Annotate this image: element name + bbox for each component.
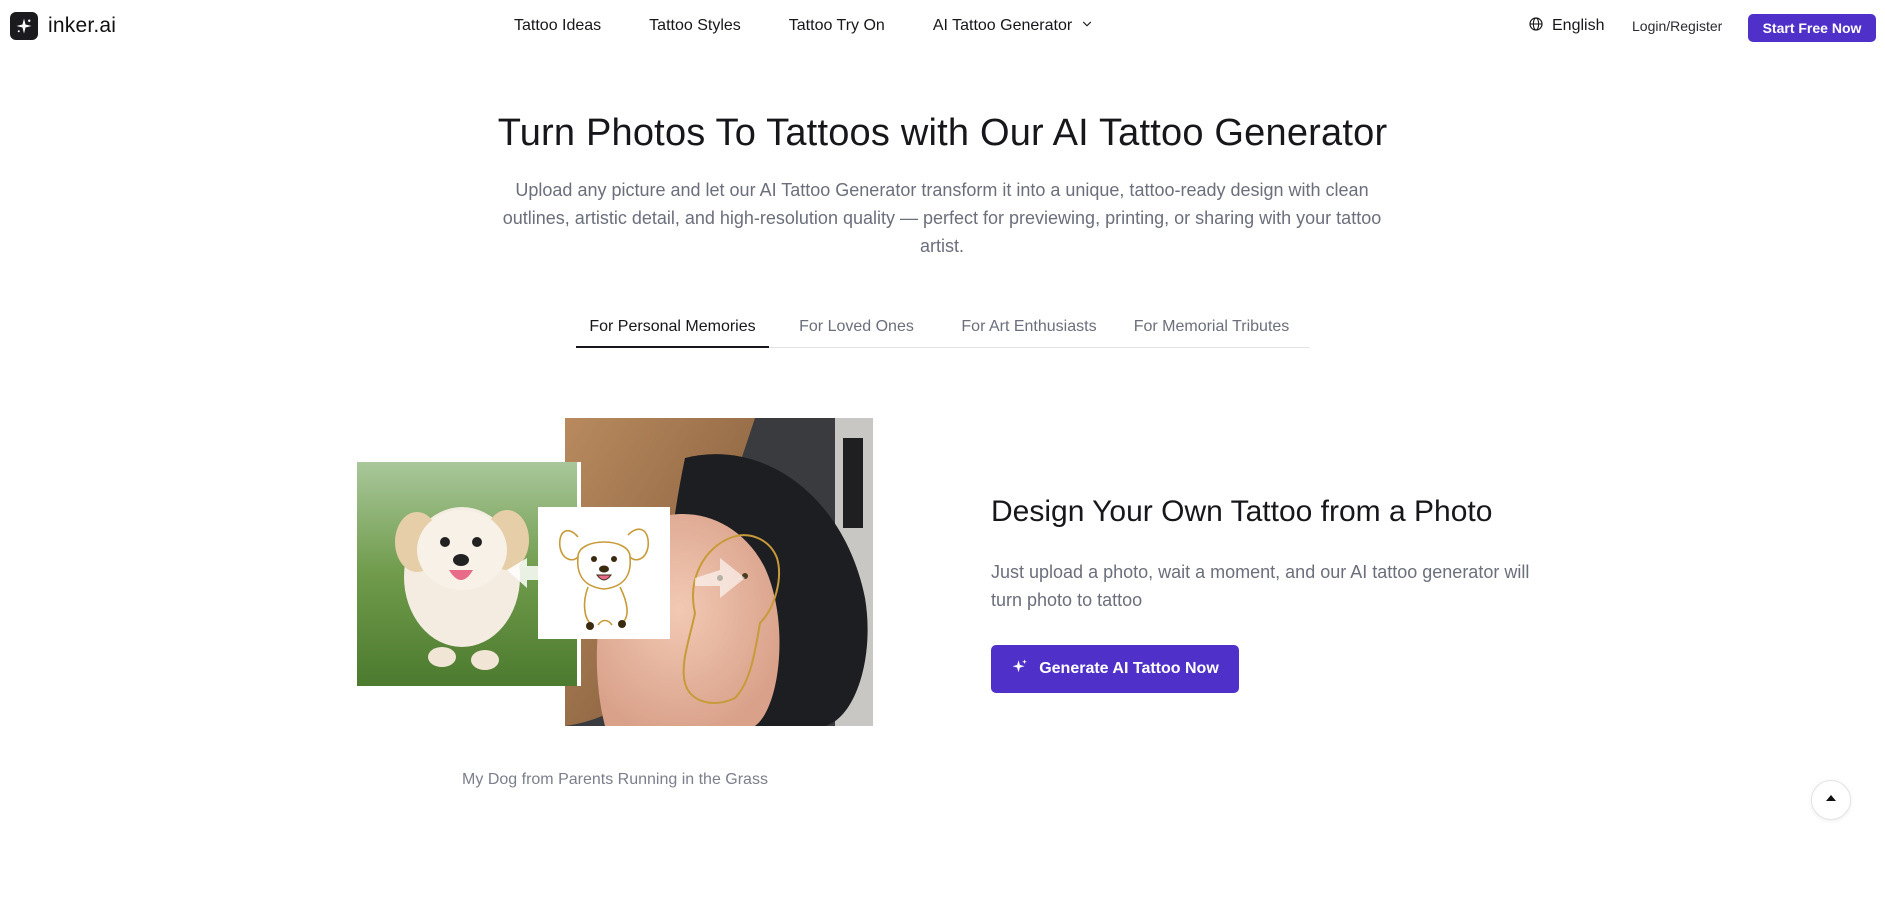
use-case-tabs: For Personal Memories For Loved Ones For… [576,318,1309,348]
sparkle-logo-icon [10,12,38,40]
site-header: inker.ai Tattoo Ideas Tattoo Styles Tatt… [0,0,1885,52]
feature-title: Design Your Own Tattoo from a Photo [991,495,1493,528]
sparkle-icon [1011,658,1029,681]
nav-tattoo-styles[interactable]: Tattoo Styles [649,17,741,35]
language-label: English [1552,17,1605,34]
language-selector[interactable]: English [1528,0,1604,52]
tab-label: For Memorial Tributes [1133,318,1290,335]
page-subtitle: Upload any picture and let our AI Tattoo… [502,180,1382,256]
page-title: Turn Photos To Tattoos with Our AI Tatto… [497,112,1388,154]
scroll-to-top-button[interactable] [1811,780,1851,820]
generate-ai-tattoo-button[interactable]: Generate AI Tattoo Now [991,645,1239,693]
tab-label: For Loved Ones [799,318,914,335]
tab-label: For Art Enthusiasts [961,318,1097,335]
nav-ai-tattoo-generator[interactable]: AI Tattoo Generator [933,17,1094,36]
arrow-up-icon [1825,791,1837,809]
login-register-link[interactable]: Login/Register [1632,0,1722,52]
chevron-down-icon [1080,17,1094,36]
showcase-caption: My Dog from Parents Running in the Grass [462,771,768,788]
nav-label: Tattoo Styles [649,17,741,34]
nav-label: Tattoo Ideas [514,17,602,34]
tab-label: For Personal Memories [589,318,756,335]
tattoo-outline-image [538,507,670,639]
showcase-images [357,418,873,726]
tab-personal-memories[interactable]: For Personal Memories [576,318,769,348]
start-free-now-button[interactable]: Start Free Now [1748,14,1876,42]
main-nav: Tattoo Ideas Tattoo Styles Tattoo Try On… [514,0,1094,52]
tab-art-enthusiasts[interactable]: For Art Enthusiasts [944,318,1114,348]
nav-tattoo-ideas[interactable]: Tattoo Ideas [514,17,601,35]
nav-label: AI Tattoo Generator [932,17,1073,34]
feature-description: Just upload a photo, wait a moment, and … [991,562,1530,610]
tab-memorial-tributes[interactable]: For Memorial Tributes [1114,318,1309,348]
nav-label: Tattoo Try On [788,17,885,34]
globe-icon [1528,16,1544,37]
brand-logo[interactable]: inker.ai [10,12,116,40]
nav-tattoo-try-on[interactable]: Tattoo Try On [789,17,885,35]
tab-loved-ones[interactable]: For Loved Ones [769,318,944,348]
generate-button-label: Generate AI Tattoo Now [1039,660,1219,677]
brand-name: inker.ai [48,14,117,37]
